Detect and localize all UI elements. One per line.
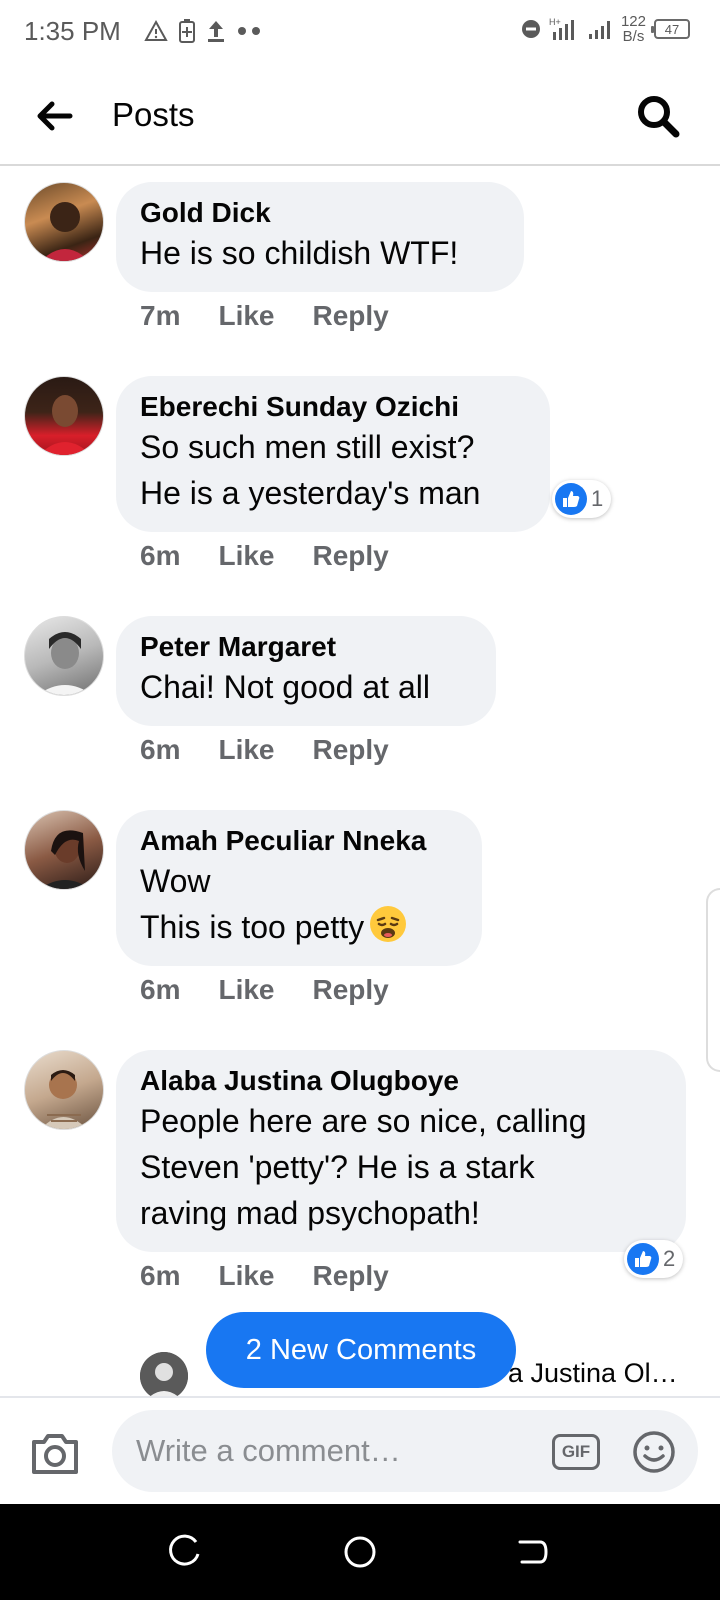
comment-meta: 6m Like Reply	[140, 540, 389, 572]
tired-face-emoji	[370, 906, 407, 942]
reply-button[interactable]: Reply	[313, 540, 389, 572]
comment-text: People here are so nice, calling	[140, 1103, 587, 1139]
comment-meta: 7m Like Reply	[140, 300, 389, 332]
comment-time: 6m	[140, 540, 181, 571]
reply-preview-text: a Justina Ol…	[508, 1358, 678, 1388]
app-header: Posts	[0, 66, 720, 166]
scroll-handle[interactable]	[706, 888, 720, 1072]
comments-list[interactable]: Gold Dick He is so childish WTF! 7m Like…	[0, 168, 720, 1396]
comment-text-with-emoji: This is too petty	[140, 904, 458, 950]
comment-time: 6m	[140, 1260, 181, 1291]
search-icon[interactable]	[634, 92, 682, 140]
comment-time: 6m	[140, 974, 181, 1005]
like-button[interactable]: Like	[218, 540, 274, 572]
comment-meta: 6m Like Reply	[140, 974, 389, 1006]
comment-time: 6m	[140, 734, 181, 765]
avatar-image	[39, 395, 91, 455]
like-button[interactable]: Like	[218, 1260, 274, 1292]
avatar-image	[40, 1070, 87, 1129]
arrow-left-icon[interactable]	[32, 94, 76, 138]
comment-bubble[interactable]: Gold Dick He is so childish WTF!	[116, 182, 524, 292]
reaction-count[interactable]: 1	[552, 480, 612, 518]
like-button[interactable]: Like	[218, 734, 274, 766]
comment-author[interactable]: Amah Peculiar Nneka	[140, 824, 458, 858]
signal-icon	[588, 21, 610, 39]
reply-button[interactable]: Reply	[313, 300, 389, 332]
comment-text: Wow	[140, 863, 211, 899]
alert-triangle-icon	[144, 19, 168, 41]
comment-author[interactable]: Eberechi Sunday Ozichi	[140, 390, 526, 424]
comment-author[interactable]: Alaba Justina Olugboye	[140, 1064, 662, 1098]
upload-icon	[208, 21, 224, 42]
like-button[interactable]: Like	[218, 300, 274, 332]
status-bar: 1:35 PM H+ 122 B/s 47	[0, 0, 720, 66]
status-time: 1:35 PM	[24, 16, 121, 46]
status-notification-icons	[144, 18, 262, 44]
recents-icon[interactable]	[168, 1534, 204, 1570]
system-nav-bar	[0, 1504, 720, 1600]
avatar[interactable]	[24, 376, 104, 456]
back-icon[interactable]	[514, 1534, 550, 1570]
comment-meta: 6m Like Reply	[140, 1260, 389, 1292]
page-title: Posts	[112, 96, 195, 133]
comment-text: raving mad psychopath!	[140, 1195, 480, 1231]
avatar-image	[41, 202, 89, 261]
avatar[interactable]	[24, 616, 104, 696]
reply-button[interactable]: Reply	[313, 734, 389, 766]
network-speed-value: 122	[620, 13, 646, 30]
comment-bubble[interactable]: Eberechi Sunday Ozichi So such men still…	[116, 376, 550, 532]
more-dots-icon	[238, 27, 260, 35]
avatar-image	[39, 830, 91, 889]
comment-text: So such men still exist?	[140, 429, 475, 465]
comment-text: Steven 'petty'? He is a stark	[140, 1149, 535, 1185]
status-system-icons: H+ 122 B/s 47	[521, 14, 690, 44]
comment-text: He is a yesterday's man	[140, 475, 481, 511]
comment-input[interactable]	[112, 1410, 698, 1492]
battery-indicator: 47	[651, 19, 690, 39]
reaction-count[interactable]: 2	[624, 1240, 684, 1278]
comment-bubble[interactable]: Peter Margaret Chai! Not good at all	[116, 616, 496, 726]
signal-icon: H+	[549, 17, 574, 40]
comment-author[interactable]: Gold Dick	[140, 196, 500, 230]
comment-composer: GIF	[0, 1396, 720, 1504]
gif-button[interactable]: GIF	[552, 1434, 600, 1470]
comment-text: Chai! Not good at all	[140, 669, 430, 705]
reply-button[interactable]: Reply	[313, 974, 389, 1006]
like-button[interactable]: Like	[218, 974, 274, 1006]
comment-bubble[interactable]: Alaba Justina Olugboye People here are s…	[116, 1050, 686, 1252]
avatar-image	[37, 632, 93, 695]
battery-saver-icon	[179, 19, 195, 43]
comment-meta: 6m Like Reply	[140, 734, 389, 766]
home-icon[interactable]	[342, 1534, 378, 1570]
new-comments-button[interactable]: 2 New Comments	[206, 1312, 516, 1388]
comment-text: He is so childish WTF!	[140, 235, 459, 271]
network-speed: 122 B/s	[621, 14, 646, 44]
comment-text: This is too petty	[140, 909, 365, 945]
camera-icon[interactable]	[30, 1430, 80, 1476]
avatar[interactable]	[24, 810, 104, 890]
reaction-number: 1	[591, 486, 604, 511]
reaction-number: 2	[663, 1246, 676, 1271]
avatar[interactable]	[24, 182, 104, 262]
thumbs-up-icon	[627, 1243, 659, 1275]
thumbs-up-icon	[555, 483, 587, 515]
reply-button[interactable]: Reply	[313, 1260, 389, 1292]
smiley-icon[interactable]	[632, 1430, 676, 1474]
network-speed-unit: B/s	[622, 28, 645, 45]
comment-time: 7m	[140, 300, 181, 331]
svg-text:H+: H+	[549, 17, 561, 27]
comment-author[interactable]: Peter Margaret	[140, 630, 472, 664]
comment-bubble[interactable]: Amah Peculiar Nneka Wow This is too pett…	[116, 810, 482, 966]
avatar	[140, 1352, 188, 1396]
avatar[interactable]	[24, 1050, 104, 1130]
do-not-disturb-icon	[521, 20, 540, 38]
